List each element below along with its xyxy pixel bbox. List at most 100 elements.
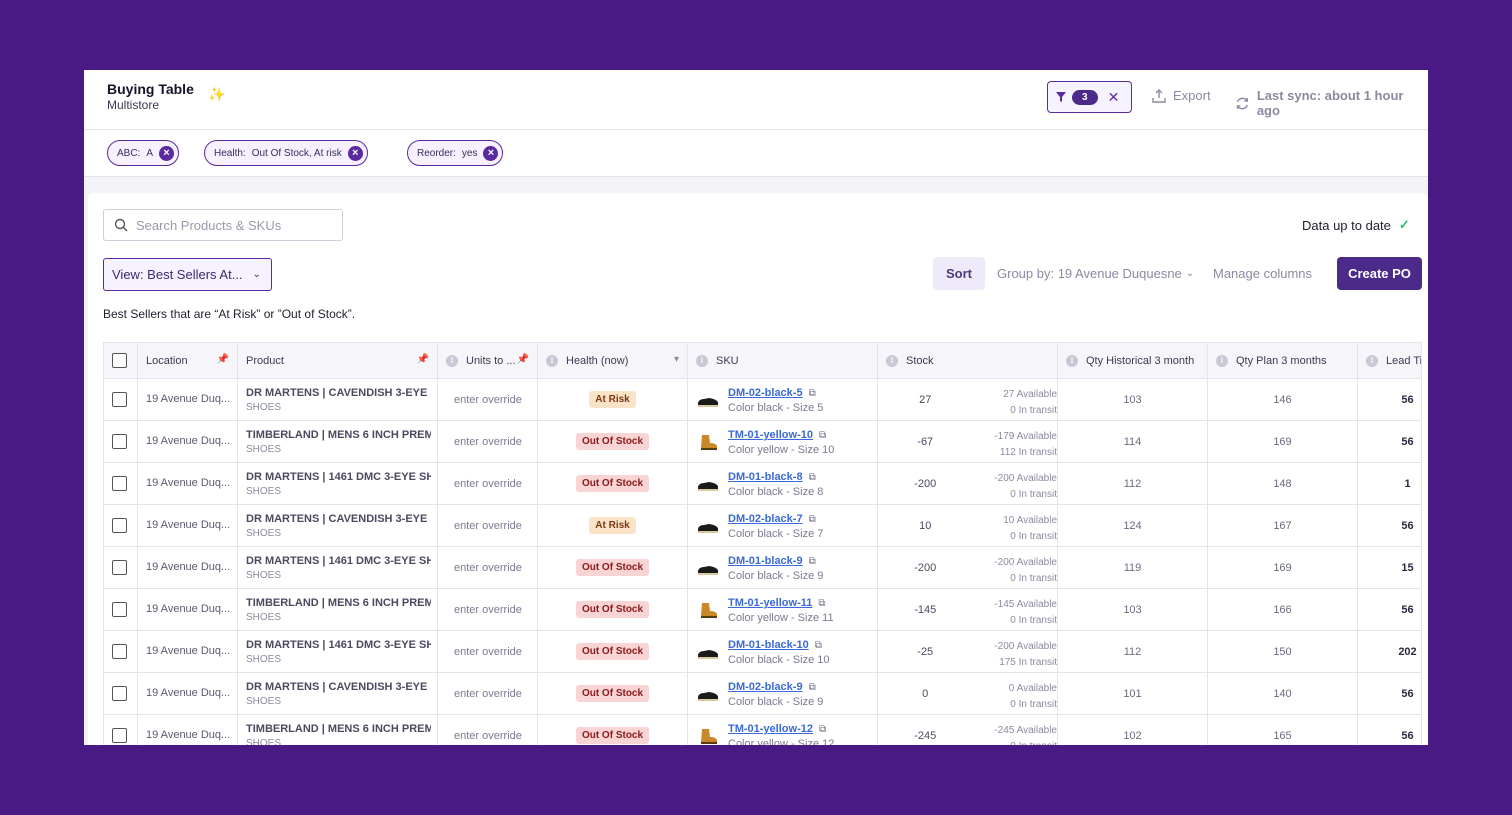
- group-by-dropdown[interactable]: Group by: 19 Avenue Duquesne ⌄: [997, 266, 1194, 281]
- info-icon[interactable]: i: [446, 354, 458, 367]
- product-name: TIMBERLAND | MENS 6 INCH PREMIUM: [246, 429, 431, 441]
- remove-chip-icon[interactable]: ×: [483, 145, 499, 161]
- column-header-qty-historical[interactable]: i Qty Historical 3 month: [1058, 343, 1208, 378]
- copy-icon[interactable]: ⧉: [819, 430, 826, 441]
- column-header-qty-plan[interactable]: i Qty Plan 3 months: [1208, 343, 1358, 378]
- filter-chip-abc[interactable]: ABC: A ×: [107, 140, 180, 166]
- info-icon[interactable]: i: [546, 354, 558, 367]
- checkbox-cell: [104, 421, 138, 462]
- pin-icon[interactable]: 📌: [417, 354, 429, 365]
- column-header-lead-time[interactable]: i Lead Ti: [1358, 343, 1421, 378]
- clear-filters-icon[interactable]: ✕: [1108, 89, 1120, 106]
- sku-link[interactable]: DM-02-black-9: [728, 681, 803, 693]
- sort-button[interactable]: Sort: [933, 257, 985, 290]
- column-header-health[interactable]: i Health (now) ▾: [538, 343, 688, 378]
- table-row[interactable]: 19 Avenue Duq... DR MARTENS | 1461 DMC 3-…: [104, 547, 1421, 589]
- info-icon[interactable]: i: [1216, 354, 1228, 367]
- sku-link[interactable]: TM-01-yellow-12: [728, 723, 813, 735]
- units-override-input[interactable]: enter override: [438, 589, 538, 630]
- units-override-input[interactable]: enter override: [438, 505, 538, 546]
- search-box[interactable]: [103, 209, 343, 241]
- filter-chips-bar: ABC: A × Health: Out Of Stock, At risk ×…: [84, 130, 1428, 177]
- row-checkbox[interactable]: [112, 392, 127, 407]
- lead-time-cell: 202: [1358, 631, 1421, 672]
- copy-icon[interactable]: ⧉: [818, 598, 825, 609]
- remove-chip-icon[interactable]: ×: [159, 145, 175, 161]
- table-row[interactable]: 19 Avenue Duq... TIMBERLAND | MENS 6 INCH…: [104, 589, 1421, 631]
- pin-icon[interactable]: 📌: [517, 354, 529, 365]
- filter-icon[interactable]: ▾: [674, 354, 679, 365]
- sku-link[interactable]: DM-01-black-10: [728, 639, 809, 651]
- row-checkbox[interactable]: [112, 560, 127, 575]
- info-icon[interactable]: i: [696, 354, 708, 367]
- shoe-thumbnail: [698, 692, 718, 701]
- column-header-sku[interactable]: i SKU: [688, 343, 878, 378]
- row-checkbox[interactable]: [112, 728, 127, 743]
- table-row[interactable]: 19 Avenue Duq... TIMBERLAND | MENS 6 INCH…: [104, 715, 1421, 745]
- column-header-product[interactable]: Product 📌: [238, 343, 438, 378]
- copy-icon[interactable]: ⧉: [809, 472, 816, 483]
- pin-icon[interactable]: 📌: [217, 354, 229, 365]
- lead-time-cell: 56: [1358, 673, 1421, 714]
- copy-icon[interactable]: ⧉: [809, 514, 816, 525]
- column-header-units[interactable]: i Units to ... 📌: [438, 343, 538, 378]
- info-icon[interactable]: i: [1366, 354, 1378, 367]
- copy-icon[interactable]: ⧉: [819, 724, 826, 735]
- copy-icon[interactable]: ⧉: [809, 556, 816, 567]
- column-label: Health (now): [566, 354, 629, 367]
- search-input[interactable]: [136, 217, 326, 233]
- column-label: Product: [246, 354, 284, 367]
- export-button[interactable]: Export: [1152, 88, 1211, 103]
- units-override-input[interactable]: enter override: [438, 379, 538, 420]
- column-header-location[interactable]: Location 📌: [138, 343, 238, 378]
- row-checkbox[interactable]: [112, 686, 127, 701]
- sparkle-icon[interactable]: ✨: [208, 86, 225, 103]
- remove-chip-icon[interactable]: ×: [347, 145, 363, 161]
- sku-link[interactable]: DM-02-black-7: [728, 513, 803, 525]
- info-icon[interactable]: i: [1066, 354, 1078, 367]
- row-checkbox[interactable]: [112, 602, 127, 617]
- copy-icon[interactable]: ⧉: [809, 388, 816, 399]
- filter-chip-health[interactable]: Health: Out Of Stock, At risk ×: [204, 140, 368, 166]
- row-checkbox[interactable]: [112, 476, 127, 491]
- select-all-checkbox[interactable]: [112, 353, 127, 368]
- sku-link[interactable]: DM-01-black-8: [728, 471, 803, 483]
- units-override-input[interactable]: enter override: [438, 631, 538, 672]
- product-name: TIMBERLAND | MENS 6 INCH PREMIUM: [246, 723, 431, 735]
- sku-link[interactable]: DM-02-black-5: [728, 387, 803, 399]
- row-checkbox[interactable]: [112, 434, 127, 449]
- qty-plan-cell: 146: [1208, 379, 1358, 420]
- units-override-input[interactable]: enter override: [438, 421, 538, 462]
- health-cell: At Risk: [538, 505, 688, 546]
- sku-link[interactable]: TM-01-yellow-11: [728, 597, 812, 609]
- units-override-input[interactable]: enter override: [438, 547, 538, 588]
- table-row[interactable]: 19 Avenue Duq... TIMBERLAND | MENS 6 INCH…: [104, 421, 1421, 463]
- table-row[interactable]: 19 Avenue Duq... DR MARTENS | CAVENDISH 3…: [104, 379, 1421, 421]
- sku-link[interactable]: DM-01-black-9: [728, 555, 803, 567]
- copy-icon[interactable]: ⧉: [809, 682, 816, 693]
- table-row[interactable]: 19 Avenue Duq... DR MARTENS | CAVENDISH 3…: [104, 505, 1421, 547]
- copy-icon[interactable]: ⧉: [815, 640, 822, 651]
- view-selector[interactable]: View: Best Sellers At... ⌄: [103, 258, 272, 291]
- column-header-stock[interactable]: i Stock: [878, 343, 1058, 378]
- search-icon: [114, 218, 128, 232]
- manage-columns-button[interactable]: Manage columns: [1213, 266, 1312, 281]
- units-override-input[interactable]: enter override: [438, 463, 538, 504]
- shoe-thumbnail: [701, 729, 717, 744]
- product-cell: DR MARTENS | 1461 DMC 3-EYE SHOE SHOES: [238, 463, 438, 504]
- stock-available: 10 Available: [1003, 515, 1057, 526]
- table-row[interactable]: 19 Avenue Duq... DR MARTENS | 1461 DMC 3-…: [104, 631, 1421, 673]
- units-override-input[interactable]: enter override: [438, 715, 538, 745]
- create-po-button[interactable]: Create PO: [1337, 257, 1422, 290]
- sync-status[interactable]: Last sync: about 1 hour ago: [1235, 88, 1428, 118]
- filter-chip-reorder[interactable]: Reorder: yes ×: [407, 140, 504, 166]
- row-checkbox[interactable]: [112, 518, 127, 533]
- table-row[interactable]: 19 Avenue Duq... DR MARTENS | 1461 DMC 3-…: [104, 463, 1421, 505]
- row-checkbox[interactable]: [112, 644, 127, 659]
- filter-button[interactable]: 3 ✕: [1047, 81, 1132, 113]
- units-override-input[interactable]: enter override: [438, 673, 538, 714]
- table-row[interactable]: 19 Avenue Duq... DR MARTENS | CAVENDISH 3…: [104, 673, 1421, 715]
- info-icon[interactable]: i: [886, 354, 898, 367]
- app-window: Buying Table Multistore ✨ 3 ✕ Export Las…: [84, 70, 1428, 745]
- sku-link[interactable]: TM-01-yellow-10: [728, 429, 813, 441]
